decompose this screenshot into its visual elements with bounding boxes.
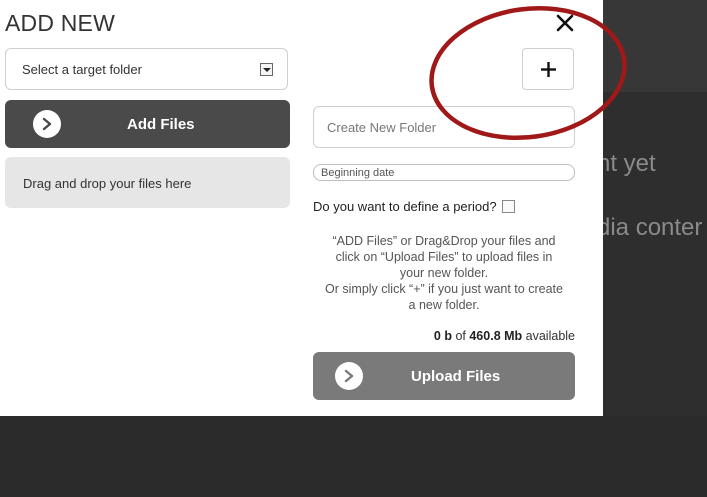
storage-availability: 0 b of 460.8 Mb available xyxy=(434,329,575,343)
background-top-panel xyxy=(603,0,707,92)
storage-total: 460.8 Mb xyxy=(469,329,523,343)
modal-title: ADD NEW xyxy=(5,10,116,36)
chevron-right-icon xyxy=(335,362,363,390)
drop-zone-text: Drag and drop your files here xyxy=(23,176,192,191)
create-folder-button[interactable] xyxy=(522,48,574,90)
storage-suffix: available xyxy=(525,329,575,343)
storage-used: 0 b xyxy=(433,329,452,343)
target-folder-select-value: Select a target folder xyxy=(22,62,142,77)
background-bottom-area xyxy=(0,416,707,497)
chevron-right-icon xyxy=(33,110,61,138)
target-folder-select[interactable]: Select a target folder xyxy=(5,48,288,90)
define-period-checkbox[interactable] xyxy=(502,200,515,213)
help-line: Or simply click “+” if you just want to … xyxy=(325,282,563,296)
background-empty-text-2: dia conter xyxy=(597,214,703,241)
help-line: “ADD Files” or Drag&Drop your files and xyxy=(332,234,556,248)
drop-zone[interactable]: Drag and drop your files here xyxy=(5,157,290,208)
add-files-label: Add Files xyxy=(127,116,195,133)
storage-of: of xyxy=(455,329,466,343)
chevron-down-icon[interactable] xyxy=(260,63,273,76)
close-icon[interactable] xyxy=(552,10,578,36)
plus-icon xyxy=(541,62,556,77)
help-line: click on “Upload Files” to upload files … xyxy=(335,250,553,264)
new-folder-name-input[interactable] xyxy=(313,106,575,148)
upload-files-button[interactable]: Upload Files xyxy=(313,352,575,400)
upload-help-text: “ADD Files” or Drag&Drop your files and … xyxy=(313,233,575,313)
define-period-label: Do you want to define a period? xyxy=(313,199,497,214)
add-new-modal: ADD NEW Select a target folder Add Files… xyxy=(0,0,603,416)
help-line: a new folder. xyxy=(408,298,480,312)
add-files-button[interactable]: Add Files xyxy=(5,100,290,148)
background-empty-text-1: nt yet xyxy=(597,150,656,177)
help-line: your new folder. xyxy=(399,266,489,280)
upload-files-label: Upload Files xyxy=(411,368,501,385)
beginning-date-input[interactable] xyxy=(313,164,575,181)
